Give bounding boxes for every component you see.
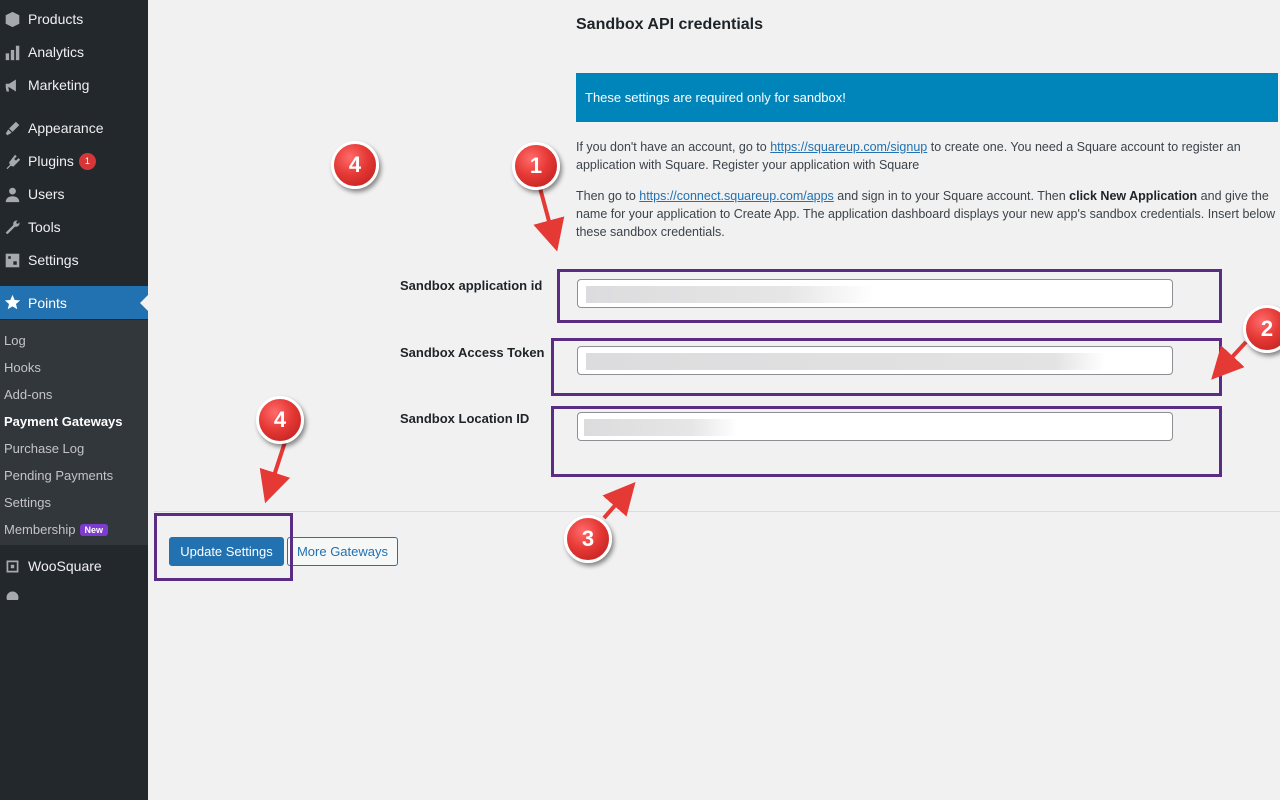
sidebar-item-label: Products (28, 11, 84, 27)
signup-instructions: If you don't have an account, go to http… (576, 138, 1280, 174)
annotation-marker-4-top: 4 (331, 141, 379, 189)
plugins-icon (3, 152, 21, 170)
sidebar-item-label: Users (28, 186, 65, 202)
sidebar-item-label: WooSquare (28, 558, 102, 574)
sandbox-application-id-label: Sandbox application id (400, 278, 543, 293)
sidebar-item-woosquare[interactable]: WooSquare (0, 551, 148, 581)
arrow-4 (259, 441, 291, 504)
sidebar-item-label: Settings (28, 252, 79, 268)
products-icon (3, 10, 21, 28)
arrow-3 (602, 481, 636, 520)
sidebar-item-label: Appearance (28, 120, 104, 136)
submenu-item-membership[interactable]: Membership New (4, 522, 109, 537)
sidebar-cutoff-icon (3, 588, 21, 600)
sidebar-item-label: Plugins (28, 153, 74, 169)
users-icon (3, 185, 21, 203)
sidebar-item-analytics[interactable]: Analytics (0, 37, 148, 67)
active-menu-arrow (140, 295, 148, 311)
highlight-box-application-id (557, 269, 1222, 323)
more-gateways-button[interactable]: More Gateways (287, 537, 398, 566)
sidebar-item-label: Tools (28, 219, 61, 235)
appearance-icon (3, 119, 21, 137)
para-bold: click New Application (1069, 189, 1198, 203)
highlight-box-access-token (551, 338, 1222, 396)
sidebar-item-marketing[interactable]: Marketing (0, 70, 148, 100)
marketing-icon (3, 76, 21, 94)
submenu-item-payment-gateways[interactable]: Payment Gateways (4, 414, 123, 429)
sidebar-item-settings[interactable]: Settings (0, 245, 148, 275)
submenu-item-pending-payments[interactable]: Pending Payments (4, 468, 113, 483)
para-text: If you don't have an account, go to (576, 140, 771, 154)
notice-text: These settings are required only for san… (585, 90, 846, 105)
star-icon (3, 294, 21, 312)
annotation-marker-1: 1 (512, 142, 560, 190)
submenu-item-add-ons[interactable]: Add-ons (4, 387, 52, 402)
sidebar-item-products[interactable]: Products (0, 4, 148, 34)
sidebar-item-label: Marketing (28, 77, 90, 93)
submenu-item-settings[interactable]: Settings (4, 495, 51, 510)
analytics-icon (3, 43, 21, 61)
admin-sidebar: Products Analytics Marketing Appearance … (0, 0, 148, 800)
sandbox-location-id-label: Sandbox Location ID (400, 411, 530, 426)
sidebar-item-cutoff[interactable] (0, 588, 148, 600)
new-badge: New (79, 524, 109, 536)
signup-link[interactable]: https://squareup.com/signup (770, 140, 927, 154)
page-title: Sandbox API credentials (576, 16, 764, 33)
para-text: and sign in to your Square account. Then (833, 189, 1070, 203)
woosquare-icon (3, 557, 21, 575)
sidebar-item-label: Analytics (28, 44, 85, 60)
arrow-1 (533, 187, 565, 252)
apps-link[interactable]: https://connect.squareup.com/apps (639, 189, 834, 203)
settings-icon (3, 251, 21, 269)
annotation-marker-2: 2 (1243, 305, 1280, 353)
sidebar-item-points[interactable]: Points (0, 286, 148, 319)
highlight-box-update-button (154, 513, 293, 581)
sidebar-item-appearance[interactable]: Appearance (0, 113, 148, 143)
highlight-box-location-id (551, 406, 1222, 477)
sidebar-item-plugins[interactable]: Plugins 1 (0, 146, 148, 176)
annotation-marker-3: 3 (564, 515, 612, 563)
submenu-item-log[interactable]: Log (4, 333, 26, 348)
annotation-marker-4-bottom: 4 (256, 396, 304, 444)
sandbox-notice: These settings are required only for san… (576, 73, 1278, 122)
sidebar-item-tools[interactable]: Tools (0, 212, 148, 242)
sandbox-access-token-label: Sandbox Access Token (400, 345, 545, 360)
para-text: Then go to (576, 189, 640, 203)
section-divider (154, 511, 1280, 512)
app-instructions: Then go to https://connect.squareup.com/… (576, 187, 1280, 241)
submenu-item-hooks[interactable]: Hooks (4, 360, 41, 375)
sidebar-item-users[interactable]: Users (0, 179, 148, 209)
submenu-item-label: Membership (4, 522, 76, 537)
plugins-update-badge: 1 (78, 152, 96, 170)
sidebar-item-label: Points (28, 294, 67, 311)
points-submenu: Log Hooks Add-ons Payment Gateways Purch… (0, 320, 148, 545)
submenu-item-purchase-log[interactable]: Purchase Log (4, 441, 84, 456)
arrow-2 (1211, 340, 1248, 380)
tools-icon (3, 218, 21, 236)
